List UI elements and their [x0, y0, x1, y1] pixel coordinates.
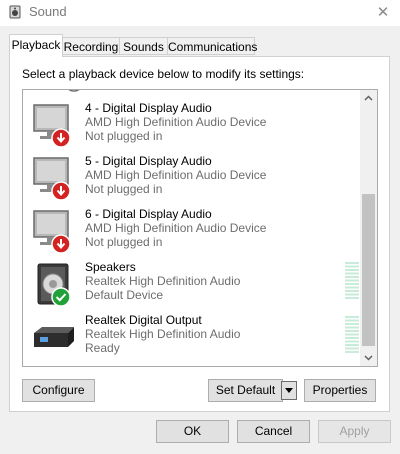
device-driver: AMD High Definition Audio Device [85, 221, 267, 235]
device-status: Not plugged in [85, 129, 163, 143]
partial-device-icon [68, 90, 80, 92]
device-status: Default Device [85, 288, 164, 302]
tab-communications[interactable]: Communications [167, 37, 257, 55]
digital-output-icon [34, 327, 74, 347]
device-name: 6 - Digital Display Audio [85, 207, 212, 221]
speaker-icon [9, 5, 21, 19]
device-status: Not plugged in [85, 235, 163, 249]
device-driver: Realtek High Definition Audio [85, 274, 241, 288]
scroll-up-button[interactable] [360, 90, 377, 107]
device-status: Ready [85, 341, 120, 355]
scroll-down-button[interactable] [360, 349, 377, 366]
cancel-button[interactable]: Cancel [237, 420, 310, 443]
volume-level-meter [345, 262, 359, 299]
chevron-up-icon [364, 95, 373, 101]
configure-button[interactable]: Configure [22, 379, 95, 402]
unplugged-badge-icon [51, 128, 71, 148]
device-name: Speakers [85, 260, 136, 274]
instruction-text: Select a playback device below to modify… [22, 67, 305, 81]
device-name: Realtek Digital Output [85, 313, 202, 327]
device-driver: Realtek High Definition Audio [85, 327, 241, 341]
unplugged-badge-icon [51, 181, 71, 201]
list-item-digital-output[interactable]: Realtek Digital Output Realtek High Defi… [23, 313, 343, 365]
ok-button[interactable]: OK [156, 420, 229, 443]
list-item-speakers[interactable]: Speakers Realtek High Definition Audio D… [23, 260, 343, 312]
window-title: Sound [29, 4, 67, 19]
device-driver: AMD High Definition Audio Device [85, 168, 267, 182]
list-item-device-6[interactable]: 6 - Digital Display Audio AMD High Defin… [23, 207, 343, 259]
default-check-icon [51, 287, 71, 307]
list-item-device-5[interactable]: 5 - Digital Display Audio AMD High Defin… [23, 154, 343, 206]
chevron-down-icon [364, 355, 373, 361]
close-button[interactable]: ✕ [366, 0, 400, 26]
device-name: 5 - Digital Display Audio [85, 154, 212, 168]
vertical-scrollbar[interactable] [360, 90, 377, 366]
playback-panel: Select a playback device below to modify… [9, 56, 390, 412]
set-default-dropdown-arrow[interactable] [281, 381, 297, 400]
device-status: Not plugged in [85, 182, 163, 196]
device-driver: AMD High Definition Audio Device [85, 115, 267, 129]
device-name: 4 - Digital Display Audio [85, 101, 212, 115]
volume-level-meter [345, 316, 359, 353]
list-item-device-4[interactable]: 4 - Digital Display Audio AMD High Defin… [23, 101, 343, 153]
tab-playback[interactable]: Playback [9, 34, 63, 57]
title-bar: Sound ✕ [0, 0, 400, 26]
unplugged-badge-icon [51, 234, 71, 254]
apply-button: Apply [318, 420, 391, 443]
tab-recording[interactable]: Recording [62, 37, 120, 55]
scroll-thumb[interactable] [362, 194, 375, 346]
device-list[interactable]: 4 - Digital Display Audio AMD High Defin… [22, 89, 378, 367]
tab-sounds[interactable]: Sounds [119, 37, 168, 55]
properties-button[interactable]: Properties [304, 379, 376, 402]
set-default-button[interactable]: Set Default [208, 379, 283, 402]
